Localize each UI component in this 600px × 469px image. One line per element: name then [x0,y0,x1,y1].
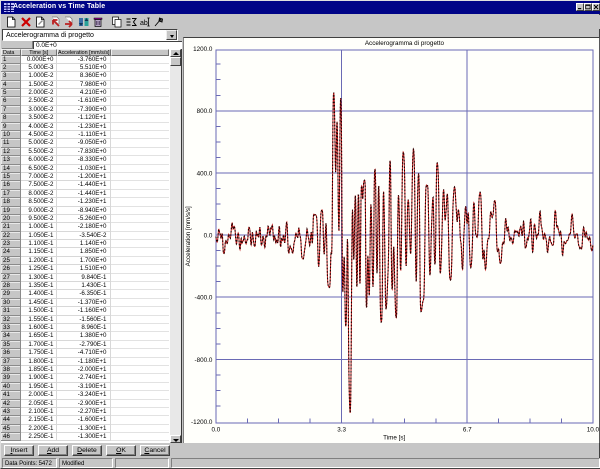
svg-text:-1200.0: -1200.0 [191,418,213,425]
svg-text:Time [s]: Time [s] [383,434,405,441]
svg-text:0.0: 0.0 [212,426,221,433]
svg-text:6.7: 6.7 [463,426,472,433]
svg-text:0.0: 0.0 [204,232,213,239]
svg-text:3.3: 3.3 [337,426,346,433]
svg-text:800.0: 800.0 [197,108,213,115]
svg-text:ab: ab [140,20,148,27]
svg-text:-400.0: -400.0 [195,294,213,301]
svg-text:1200.0: 1200.0 [193,46,213,53]
svg-text:Accelerogramma di progetto: Accelerogramma di progetto [365,40,445,47]
svg-text:-800.0: -800.0 [195,356,213,363]
svg-text:Acceleration [mm/s/s]: Acceleration [mm/s/s] [185,205,192,265]
svg-text:400.0: 400.0 [197,170,213,177]
svg-text:10.0: 10.0 [587,426,600,433]
